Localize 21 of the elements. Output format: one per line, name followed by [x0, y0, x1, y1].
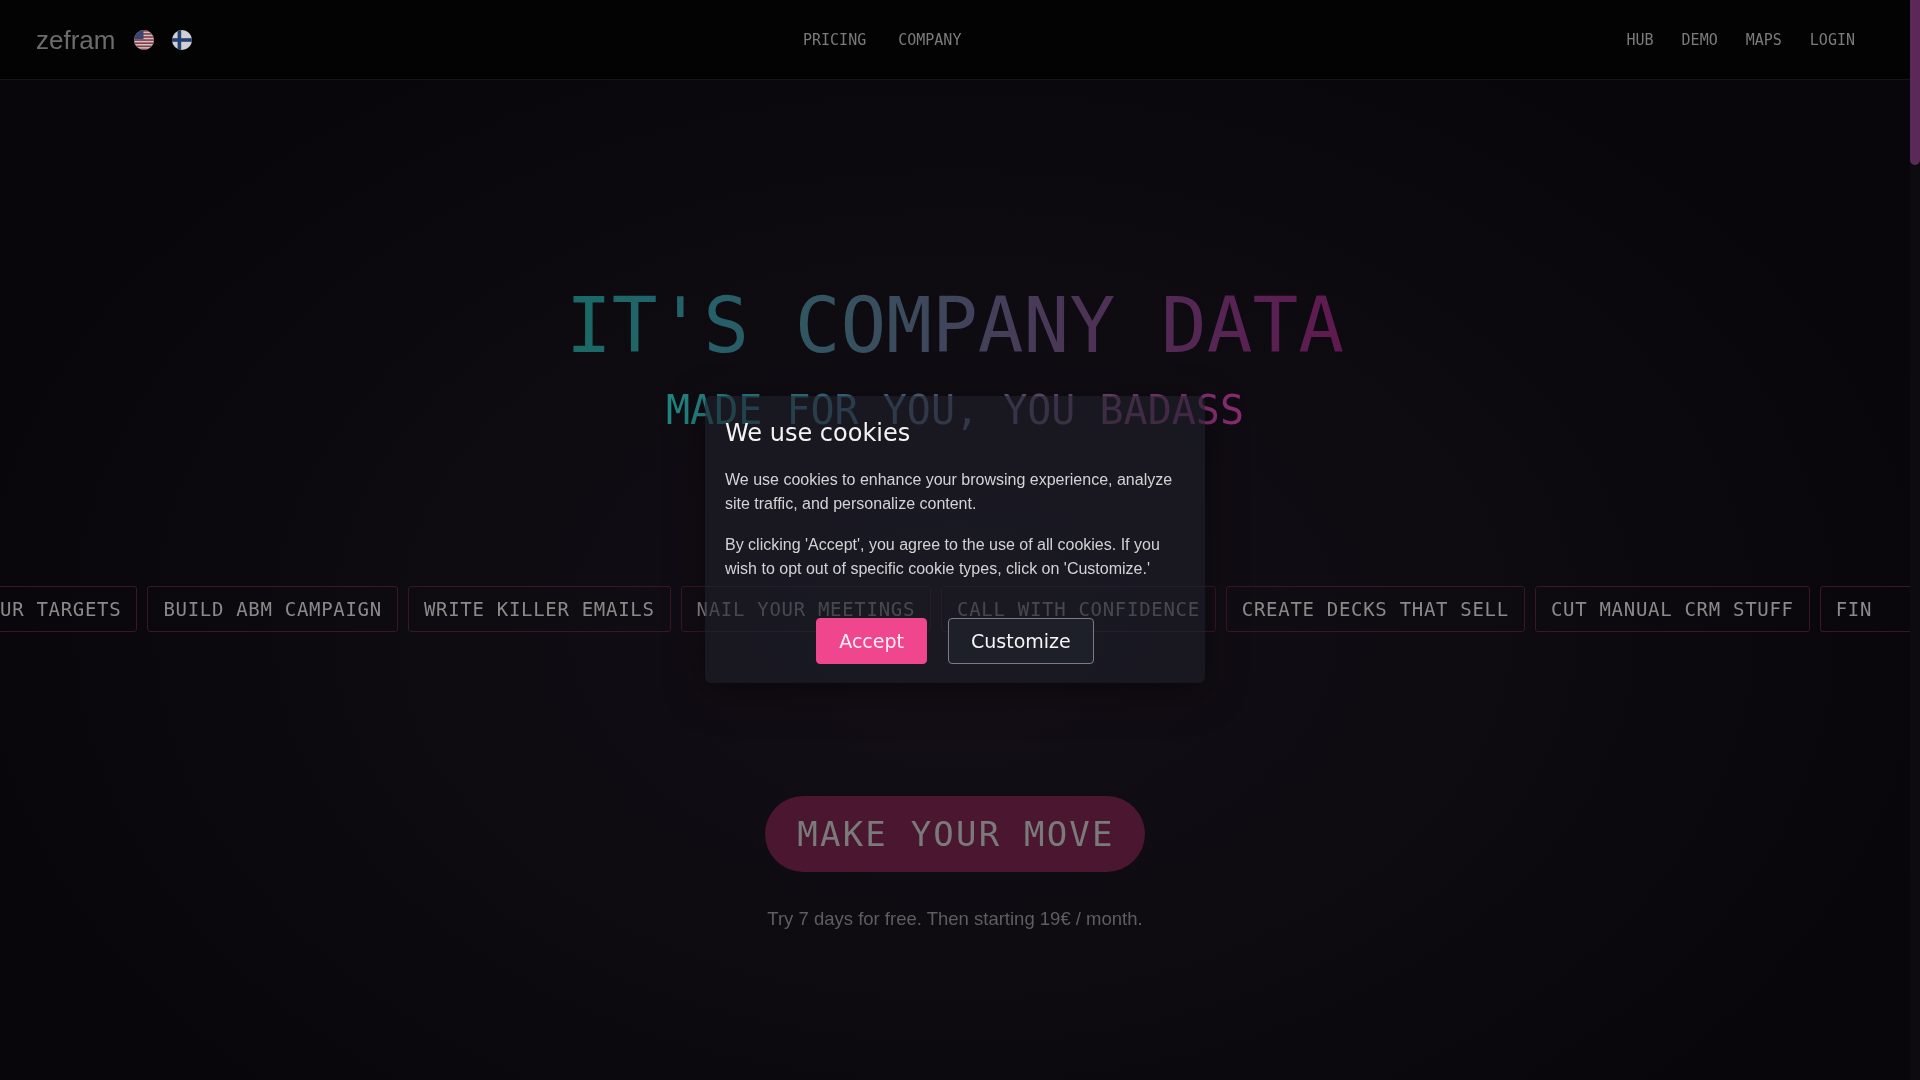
- cta-button[interactable]: MAKE YOUR MOVE: [765, 796, 1145, 872]
- accept-button[interactable]: Accept: [816, 618, 927, 664]
- nav-link[interactable]: PRICING: [803, 30, 867, 49]
- logo[interactable]: zefram: [36, 24, 116, 55]
- customize-button[interactable]: Customize: [948, 618, 1094, 664]
- use-case-tag: BUILD ABM CAMPAIGN: [147, 586, 398, 632]
- use-case-tag: WRITE KILLER EMAILS: [407, 586, 671, 632]
- nav-link[interactable]: MAPS: [1745, 30, 1782, 49]
- us-flag-icon[interactable]: [134, 29, 155, 50]
- dialog-text: We use cookies to enhance your browsing experience, analyze site traffic, and personalize content.: [725, 470, 1174, 514]
- use-case-tag: CREATE DECKS THAT SELL: [1225, 586, 1525, 632]
- nav-link[interactable]: LOGIN: [1809, 30, 1855, 49]
- dialog-text: By clicking 'Accept', you agree to the use of all cookies. If you wish to opt out of specific cookie types, click on 'Customize.': [725, 535, 1161, 579]
- nav-link[interactable]: DEMO: [1681, 30, 1718, 49]
- scrollbar-thumb[interactable]: [1910, 0, 1920, 165]
- nav-link[interactable]: HUB: [1626, 30, 1654, 49]
- use-case-tag: UR TARGETS: [0, 586, 138, 632]
- finnish-flag-icon[interactable]: [172, 29, 193, 50]
- trial-note: Try 7 days for free. Then starting 19€ / month.: [767, 908, 1143, 930]
- use-case-tag: CUT MANUAL CRM STUFF: [1534, 586, 1810, 632]
- nav-link[interactable]: COMPANY: [898, 30, 962, 49]
